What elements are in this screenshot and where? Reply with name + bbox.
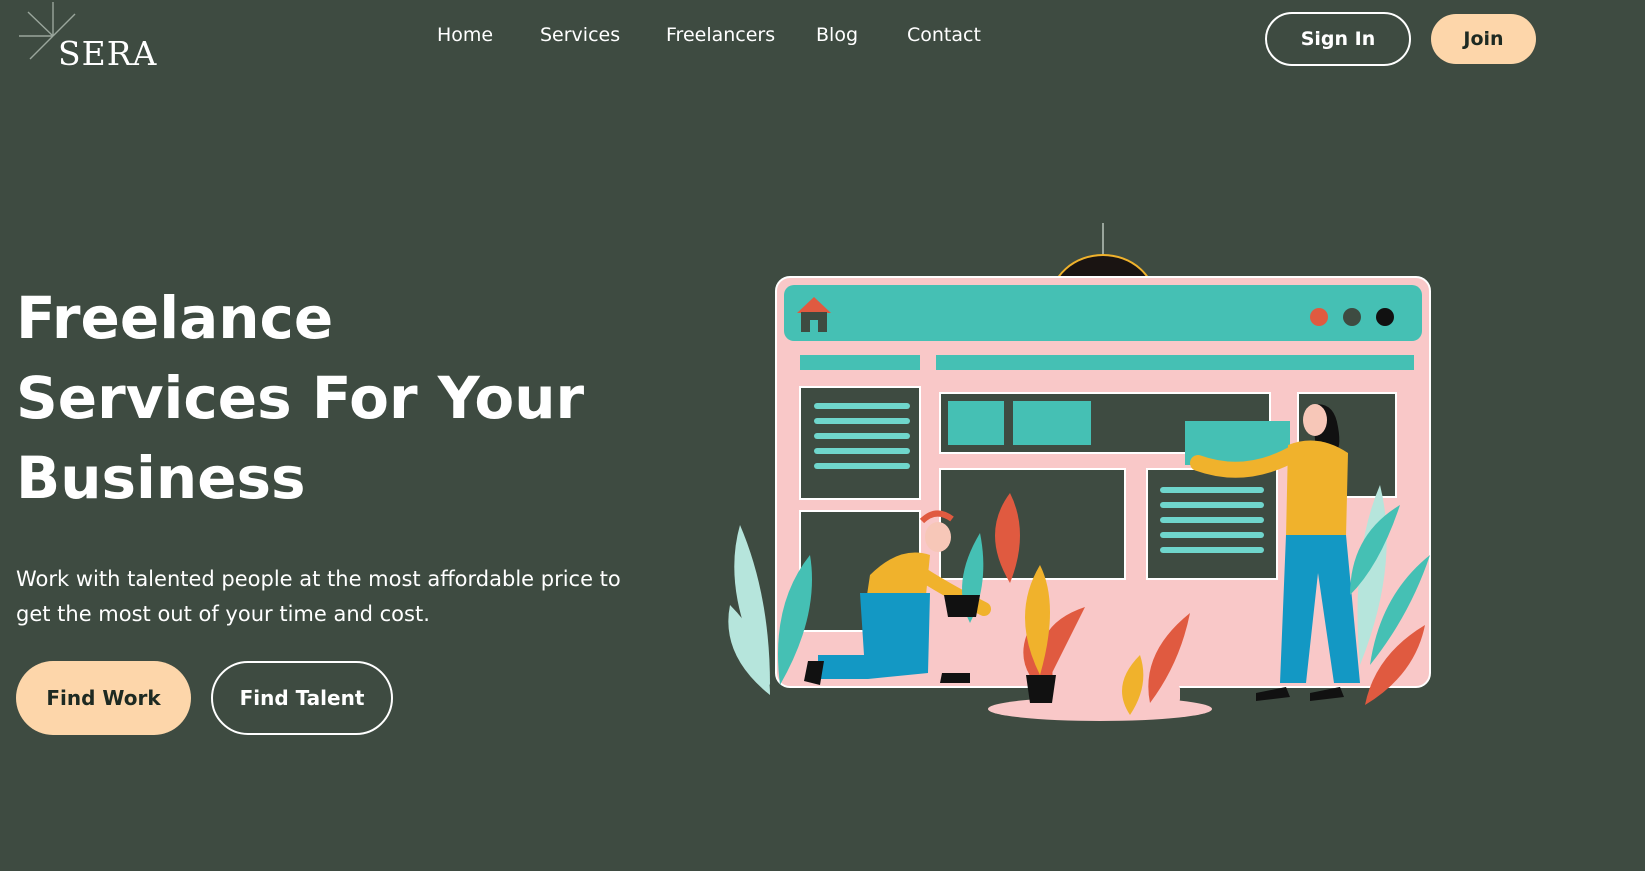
website-build-illustration <box>728 223 1431 721</box>
hero-subtitle: Work with talented people at the most af… <box>16 567 621 626</box>
hero-title-line-3: Business <box>16 444 306 512</box>
hero-title: Freelance Services For Your Business <box>16 278 585 518</box>
nav-services[interactable]: Services <box>540 24 620 46</box>
find-talent-button[interactable]: Find Talent <box>211 661 393 735</box>
hero-title-line-1: Freelance <box>16 284 334 352</box>
hero-illustration <box>700 215 1500 755</box>
hero-title-line-2: Services For Your <box>16 364 585 432</box>
find-work-button[interactable]: Find Work <box>16 661 191 735</box>
nav-freelancers[interactable]: Freelancers <box>666 24 775 46</box>
join-button[interactable]: Join <box>1431 14 1536 64</box>
nav-contact[interactable]: Contact <box>907 24 981 46</box>
sign-in-button[interactable]: Sign In <box>1265 12 1411 66</box>
nav-blog[interactable]: Blog <box>816 24 858 46</box>
nav-home[interactable]: Home <box>437 24 493 46</box>
